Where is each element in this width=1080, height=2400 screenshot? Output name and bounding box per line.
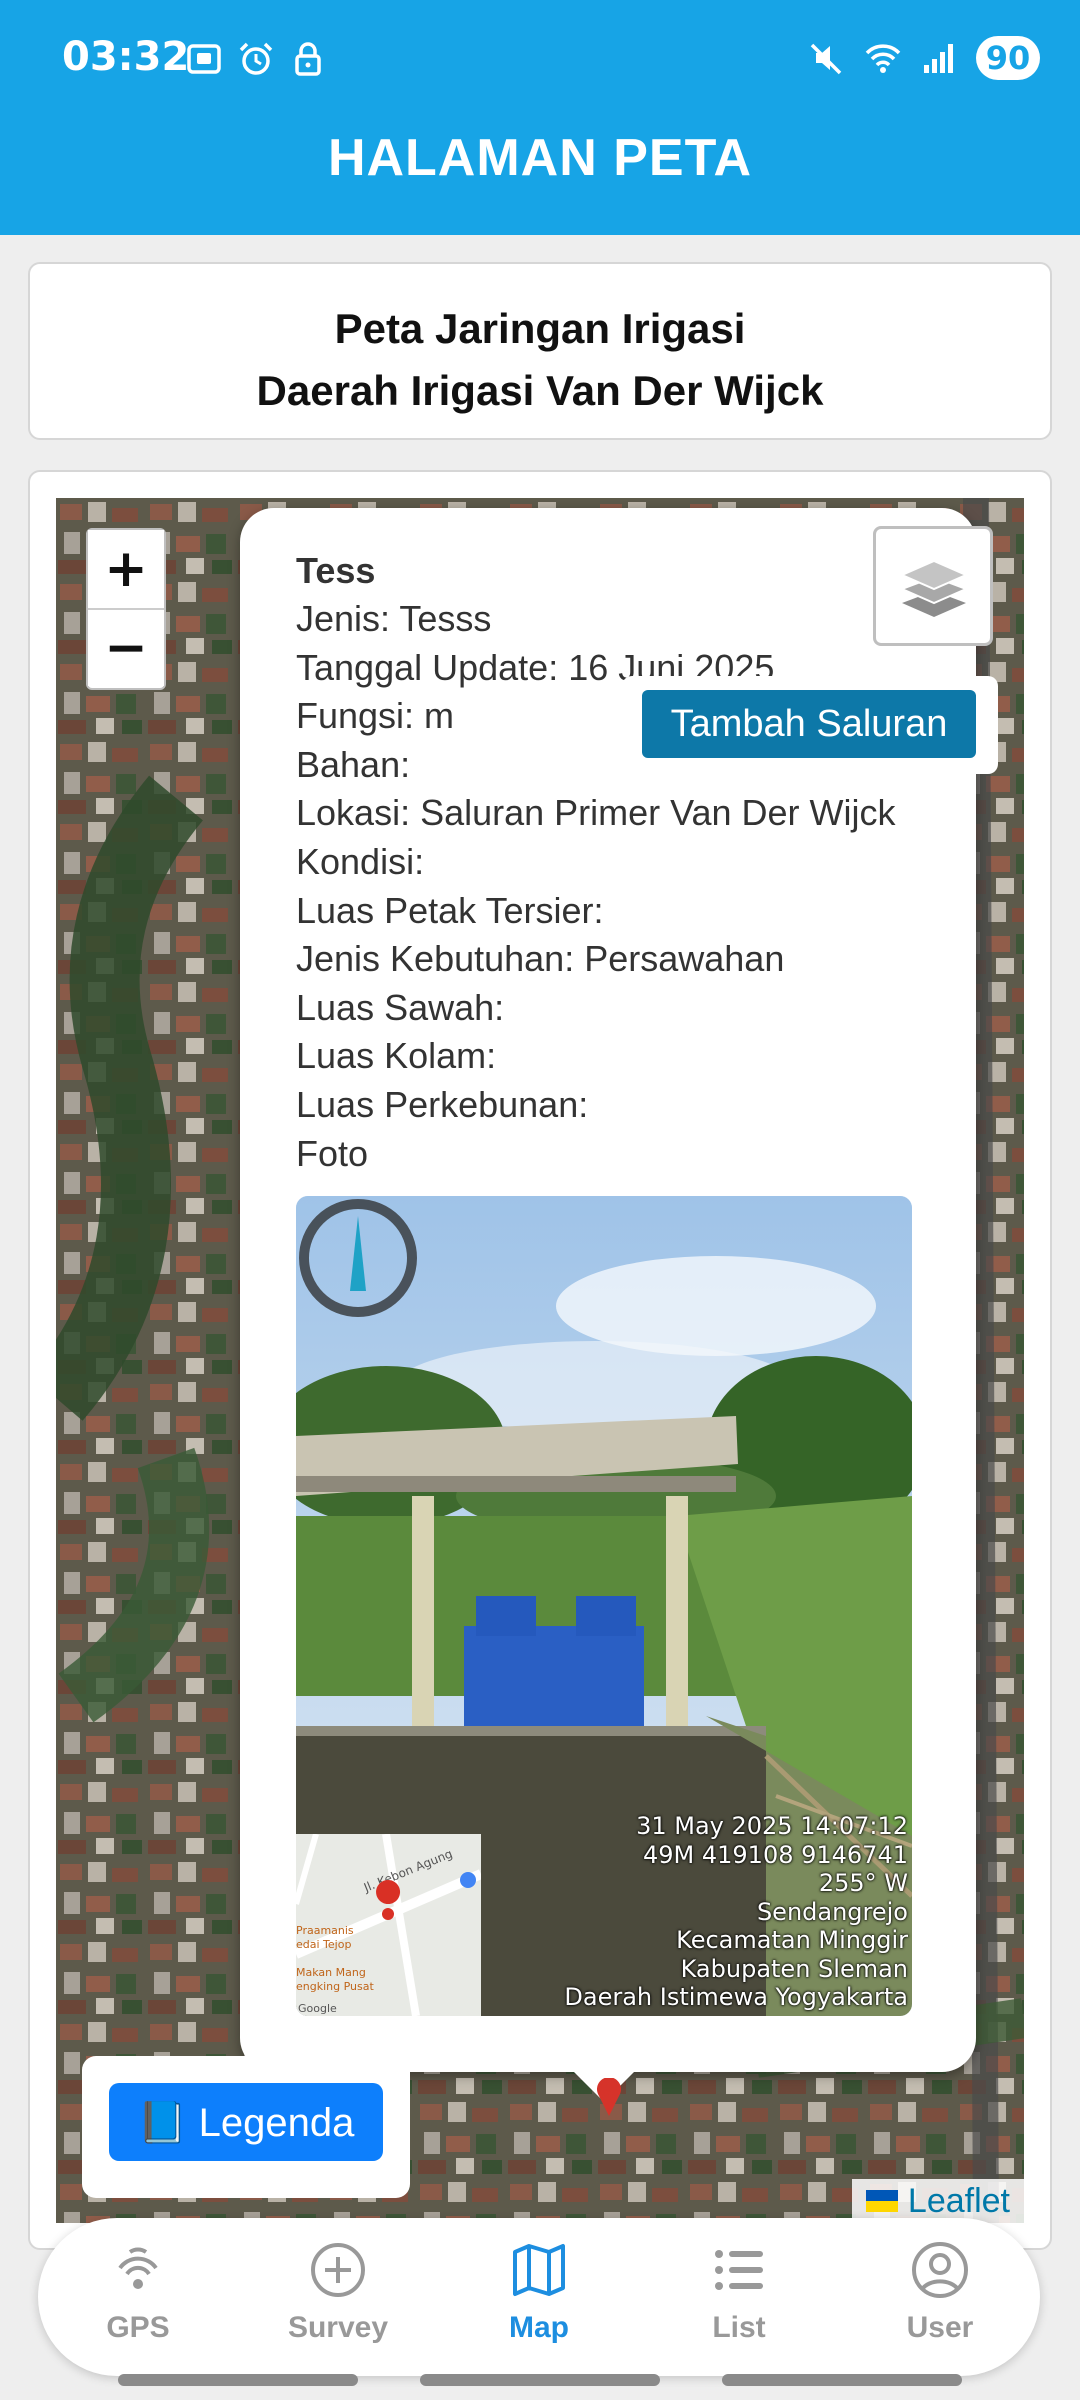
popup-row-kondisi: Kondisi: — [296, 840, 425, 882]
gesture-bar-center — [420, 2374, 660, 2386]
status-time: 03:32 — [62, 34, 190, 80]
wifi-icon — [865, 44, 901, 73]
popup-row-luas-kolam: Luas Kolam: — [296, 1035, 497, 1077]
alarm-icon — [239, 42, 273, 75]
heading-line-2: Daerah Irigasi Van Der Wijck — [256, 367, 824, 414]
app-bar: 03:32 90 HALAMAN PETA — [0, 0, 1080, 235]
minimap-place-1: Praamanis — [296, 1924, 354, 1937]
feature-photo[interactable]: Jl. Kebon Agung Praamanis edai Tejop Mak… — [296, 1196, 912, 2016]
gps-icon — [118, 2247, 158, 2289]
nav-user[interactable]: User — [850, 2240, 1030, 2360]
page-title: HALAMAN PETA — [327, 129, 753, 187]
nav-list[interactable]: List — [649, 2240, 829, 2360]
list-icon — [715, 2250, 763, 2290]
popup-row-kebutuhan: Jenis Kebutuhan: Persawahan — [296, 938, 785, 980]
stamp-regency: Kabupaten Sleman — [680, 1954, 908, 1983]
gesture-bar-right — [722, 2374, 962, 2386]
nav-list-label: List — [712, 2311, 766, 2344]
leaflet-link[interactable]: Leaflet — [908, 2179, 1010, 2223]
ukraine-flag-icon — [865, 2190, 898, 2212]
popup-feature-name: Tess — [296, 550, 376, 591]
nav-user-label: User — [906, 2311, 974, 2344]
signal-icon — [924, 44, 953, 73]
bottom-navigation: GPS Survey Map List User — [38, 2218, 1040, 2376]
user-icon — [912, 2242, 968, 2298]
popup-row-luas-petak: Luas Petak Tersier: — [296, 889, 604, 931]
minimap-place-2: edai Tejop — [296, 1938, 351, 1951]
popup-content: Tess Jenis: Tesss Tanggal Update: 16 Jun… — [296, 546, 926, 1178]
tambah-saluran-button[interactable]: Tambah Saluran — [642, 690, 976, 758]
popup-row-lokasi: Lokasi: Saluran Primer Van Der Wijck — [296, 792, 896, 834]
tambah-control: Tambah Saluran — [622, 676, 998, 774]
nav-gps-label: GPS — [106, 2311, 170, 2344]
photo-minimap: Jl. Kebon Agung Praamanis edai Tejop Mak… — [296, 1834, 481, 2016]
battery-badge: 90 — [976, 36, 1040, 80]
popup-row-foto: Foto — [296, 1132, 369, 1174]
heading-card: Peta Jaringan Irigasi Daerah Irigasi Van… — [28, 262, 1052, 440]
heading-line-1: Peta Jaringan Irigasi — [334, 305, 746, 352]
legend-button[interactable]: 📘 Legenda — [109, 2083, 383, 2161]
add-circle-icon — [311, 2243, 365, 2297]
nav-survey[interactable]: Survey — [248, 2240, 428, 2360]
gesture-bar-left — [118, 2374, 358, 2386]
stamp-coords: 49M 419108 9146741 — [642, 1840, 908, 1869]
popup-row-jenis: Jenis: Tesss — [296, 598, 492, 639]
nav-map-label: Map — [509, 2311, 569, 2344]
map-marker-icon[interactable] — [594, 2078, 624, 2118]
screenshot-icon — [187, 44, 221, 74]
zoom-out-button[interactable]: − — [88, 608, 164, 686]
nav-gps[interactable]: GPS — [48, 2240, 228, 2360]
minimap-brand: Google — [298, 2002, 337, 2015]
legend-control: 📘 Legenda — [82, 2056, 410, 2198]
zoom-in-button[interactable]: + — [88, 530, 164, 608]
stamp-datetime: 31 May 2025 14:07:12 — [636, 1812, 908, 1840]
minimap-place-4: engking Pusat — [296, 1980, 374, 1993]
stamp-district: Kecamatan Minggir — [676, 1926, 908, 1954]
popup-row-luas-perkebunan: Luas Perkebunan: — [296, 1083, 589, 1125]
nav-map[interactable]: Map — [449, 2240, 629, 2360]
zoom-control: + − — [86, 528, 166, 690]
layers-icon — [899, 559, 969, 617]
lock-icon — [295, 42, 321, 76]
stamp-heading: 255° W — [818, 1869, 908, 1897]
stamp-province: Daerah Istimewa Yogyakarta — [564, 1983, 908, 2011]
photo-stamp: 31 May 2025 14:07:12 49M 419108 9146741 … — [564, 1812, 908, 2012]
status-bar: 03:32 90 — [0, 0, 1080, 120]
map-view[interactable]: + − Tess Jenis: Tesss Tanggal Update: 16… — [56, 498, 1024, 2223]
layers-control[interactable] — [873, 526, 993, 646]
mute-icon — [810, 43, 842, 75]
map-attribution: Leaflet — [851, 2179, 1024, 2223]
nav-survey-label: Survey — [287, 2311, 389, 2344]
popup-row-luas-sawah: Luas Sawah: — [296, 986, 505, 1028]
minimap-place-3: Makan Mang — [296, 1966, 366, 1979]
map-icon — [513, 2244, 565, 2296]
stamp-village: Sendangrejo — [756, 1897, 908, 1926]
